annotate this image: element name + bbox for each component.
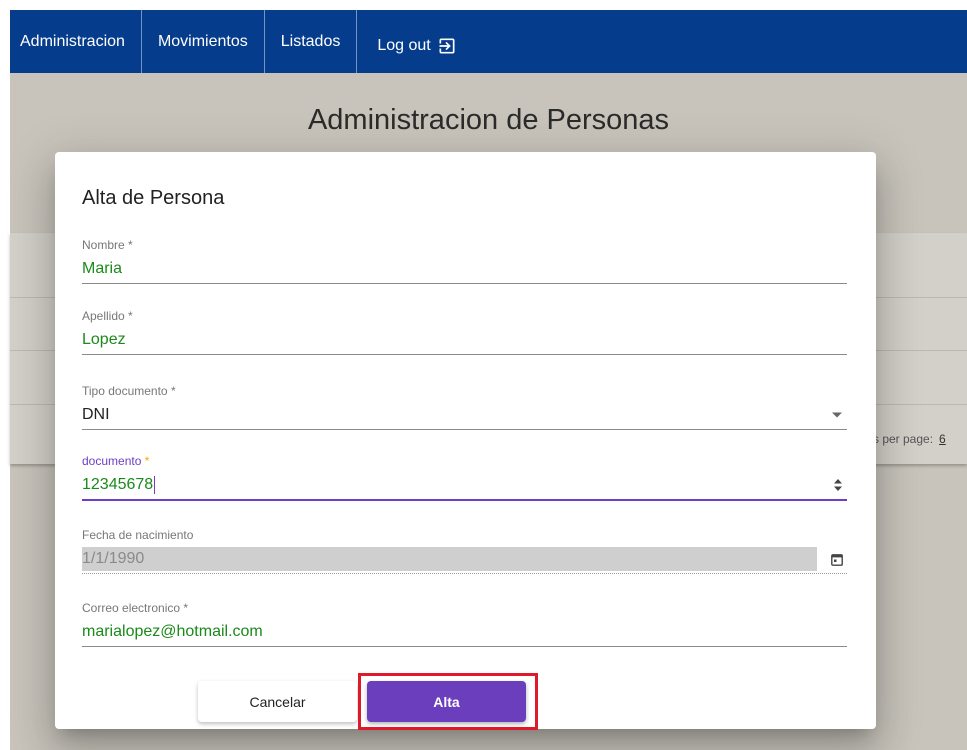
highlight-box: [358, 673, 538, 730]
fecha-nacimiento-field[interactable]: Fecha de nacimiento 1/1/1990: [82, 528, 847, 574]
documento-field[interactable]: documento * 12345678: [82, 454, 847, 501]
top-navbar: Administracion Movimientos Listados Log …: [10, 10, 967, 73]
correo-field[interactable]: Correo electronico * marialopez@hotmail.…: [82, 601, 847, 647]
nav-logout[interactable]: Log out: [357, 10, 472, 73]
dialog-title: Alta de Persona: [82, 187, 225, 209]
fecha-nacimiento-value: 1/1/1990: [82, 547, 817, 571]
nombre-field[interactable]: Nombre * Maria: [82, 238, 847, 284]
nombre-input[interactable]: Maria: [82, 257, 847, 281]
apellido-field[interactable]: Apellido * Lopez: [82, 309, 847, 355]
correo-label: Correo electronico *: [82, 601, 189, 615]
text-cursor: [154, 475, 156, 494]
nav-listados[interactable]: Listados: [265, 10, 358, 73]
rows-per-page-label: s per page:: [873, 432, 934, 446]
apellido-input[interactable]: Lopez: [82, 328, 847, 352]
documento-value: 12345678: [82, 476, 154, 493]
documento-label: documento *: [82, 454, 150, 468]
tipo-documento-underline: [82, 429, 847, 430]
number-spinner-icon[interactable]: [833, 473, 843, 497]
calendar-icon[interactable]: [831, 547, 843, 571]
cancel-button[interactable]: Cancelar: [198, 681, 357, 722]
tipo-documento-label: Tipo documento *: [82, 384, 176, 398]
documento-input[interactable]: 12345678: [82, 473, 847, 497]
nav-movimientos[interactable]: Movimientos: [142, 10, 265, 73]
apellido-label: Apellido *: [82, 309, 133, 323]
correo-input[interactable]: marialopez@hotmail.com: [82, 620, 847, 644]
fecha-nacimiento-label: Fecha de nacimiento: [82, 528, 194, 542]
documento-underline: [82, 499, 847, 501]
nombre-label: Nombre *: [82, 238, 133, 252]
alta-persona-dialog: Alta de Persona Nombre * Maria Apellido …: [55, 152, 876, 729]
rows-per-page: s per page: 6: [873, 432, 946, 446]
logout-icon: [437, 36, 457, 56]
tipo-documento-value: DNI: [82, 406, 110, 423]
fecha-nacimiento-underline: [82, 573, 847, 574]
apellido-underline: [82, 354, 847, 355]
correo-underline: [82, 646, 847, 647]
rows-per-page-select[interactable]: 6: [939, 432, 946, 446]
tipo-documento-field[interactable]: Tipo documento * DNI: [82, 384, 847, 430]
logout-label: Log out: [377, 36, 431, 54]
dropdown-arrow-icon[interactable]: [831, 403, 843, 427]
fecha-nacimiento-input[interactable]: 1/1/1990: [82, 547, 847, 571]
tipo-documento-select[interactable]: DNI: [82, 403, 847, 427]
nav-administracion[interactable]: Administracion: [10, 10, 142, 73]
nombre-underline: [82, 283, 847, 284]
page-title: Administracion de Personas: [307, 104, 670, 136]
